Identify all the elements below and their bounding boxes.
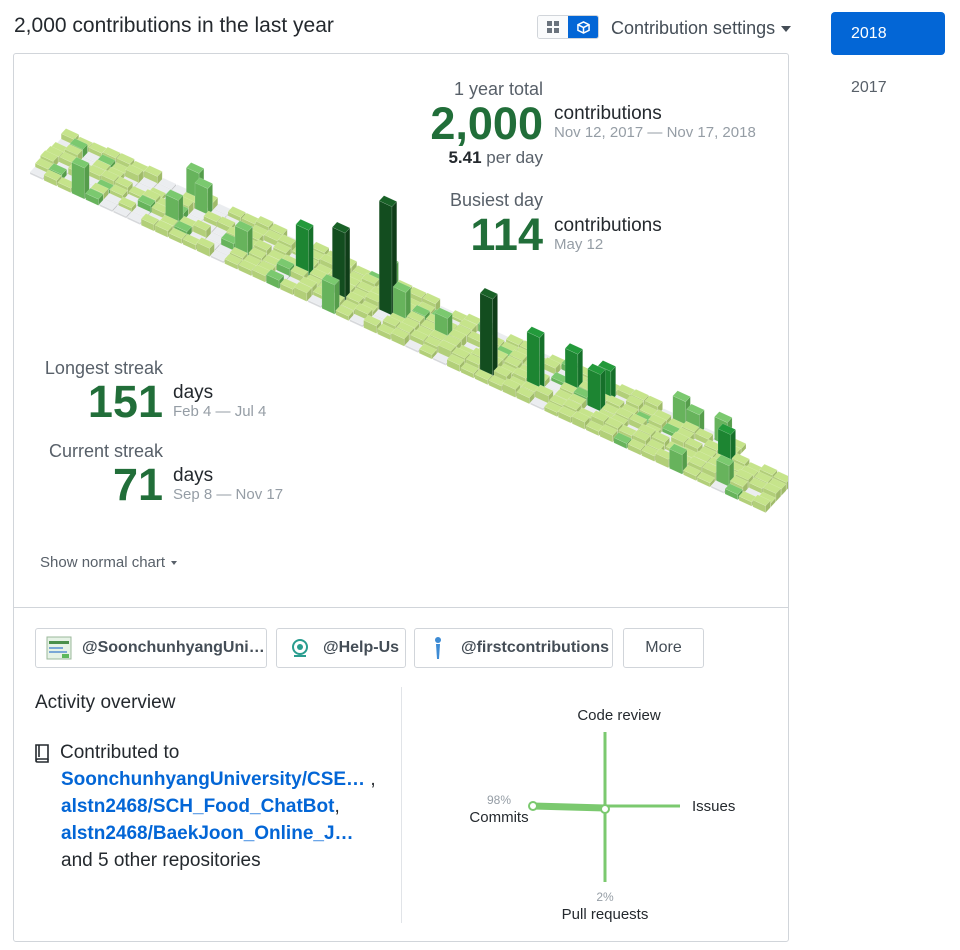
issues-label: Issues — [692, 798, 735, 815]
activity-overview-title: Activity overview — [35, 692, 176, 713]
contribution-cube — [492, 293, 498, 380]
cube-view-button[interactable] — [568, 16, 598, 38]
cube-view-icon — [576, 20, 590, 34]
center-point — [600, 804, 610, 814]
commits-percent: 98% — [487, 793, 511, 807]
activity-overview-graph: Code review Issues 98% Commits 2% Pull r… — [469, 707, 735, 923]
show-normal-chart-label: Show normal chart — [40, 554, 166, 571]
year-button-2017[interactable]: 2017 — [831, 66, 945, 109]
caret-down-icon — [781, 25, 792, 32]
section-divider — [14, 607, 788, 608]
view-toggle[interactable] — [537, 15, 599, 39]
overview-divider — [401, 687, 402, 923]
contributions-heading: 2,000 contributions in the last year — [14, 14, 334, 37]
contribution-cube — [378, 200, 393, 318]
org-avatar-icon — [287, 635, 313, 661]
org-name: @SoonchunhyangUni… — [82, 639, 265, 656]
contribution-cube — [479, 292, 494, 380]
busiest-day-label: Busiest day — [449, 190, 543, 210]
repo-book-icon — [35, 743, 49, 763]
pull-requests-label: Pull requests — [562, 906, 649, 923]
show-normal-chart-link[interactable]: Show normal chart — [40, 554, 178, 571]
caret-down-icon — [171, 560, 178, 565]
year-button-2018[interactable]: 2018 — [831, 12, 945, 55]
org-avatar-icon — [46, 635, 72, 661]
current-streak-unit: days — [173, 465, 214, 486]
code-review-label: Code review — [577, 707, 661, 724]
year-total-range: Nov 12, 2017 — Nov 17, 2018 — [554, 124, 756, 141]
contribution-settings-label: Contribution settings — [611, 18, 776, 38]
grid-view-icon — [547, 21, 559, 33]
commits-point — [528, 801, 538, 811]
repo-link[interactable]: alstn2468/BaekJoon_Online_J… — [61, 823, 354, 844]
current-streak-value: 71 — [112, 459, 163, 510]
longest-streak-range: Feb 4 — Jul 4 — [173, 403, 267, 420]
year-total-unit: contributions — [554, 103, 662, 124]
per-day-stat: 5.41 per day — [448, 148, 543, 168]
year-total-label: 1 year total — [453, 79, 543, 99]
per-day-value: 5.41 — [448, 148, 482, 167]
current-streak-range: Sep 8 — Nov 17 — [173, 486, 284, 503]
contribution-cube — [71, 161, 85, 200]
org-filter-soonchunhyang[interactable]: @SoonchunhyangUni… — [35, 628, 267, 668]
contributed-to-label: Contributed to — [60, 742, 180, 763]
contribution-settings-dropdown[interactable]: Contribution settings — [611, 18, 792, 39]
org-filter-firstcontributions[interactable]: @firstcontributions — [414, 628, 613, 668]
contribution-cube — [539, 331, 545, 394]
contribution-cube — [344, 227, 351, 304]
other-repos-text: and 5 other repositories — [61, 850, 261, 871]
per-day-label: per day — [486, 148, 543, 167]
busiest-day-unit: contributions — [554, 215, 662, 236]
commits-bar — [529, 802, 609, 812]
pull-requests-percent: 2% — [596, 890, 614, 904]
org-filter-help-us[interactable]: @Help-Us — [276, 628, 406, 668]
longest-streak-unit: days — [173, 382, 214, 403]
more-orgs-button[interactable]: More — [623, 628, 704, 668]
year-total-value: 2,000 — [430, 98, 543, 149]
contribution-card: 1 year total 2,000 contributions Nov 12,… — [13, 53, 789, 942]
longest-streak-value: 151 — [87, 376, 163, 427]
busiest-day-date: May 12 — [554, 236, 604, 253]
org-name: @Help-Us — [323, 639, 400, 656]
grid-view-button[interactable] — [538, 16, 568, 38]
repo-link[interactable]: SoonchunhyangUniversity/CSE… — [61, 769, 365, 790]
repo-link[interactable]: alstn2468/SCH_Food_ChatBot — [61, 796, 334, 817]
org-name: @firstcontributions — [461, 639, 610, 656]
org-avatar-icon — [425, 635, 451, 661]
busiest-day-value: 114 — [470, 209, 543, 260]
contributed-to-summary: Contributed to SoonchunhyangUniversity/C… — [34, 739, 376, 874]
commits-label: Commits — [469, 809, 528, 826]
